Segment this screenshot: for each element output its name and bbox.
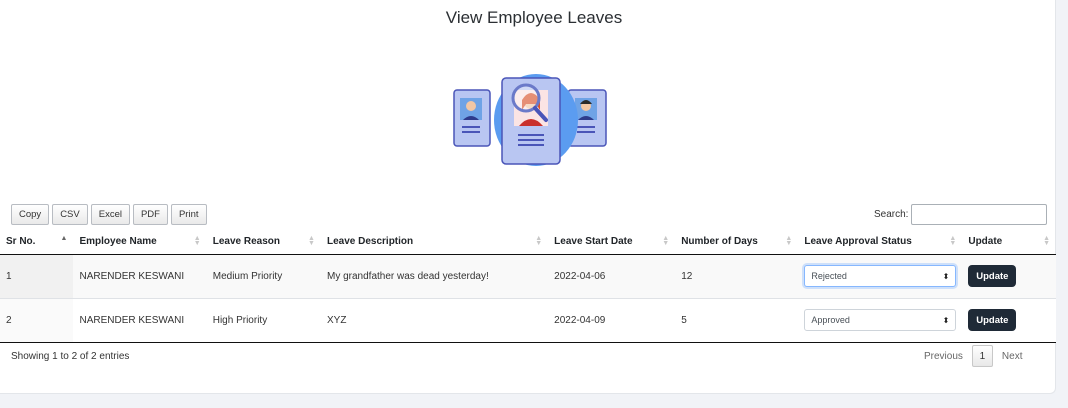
cell-leave-reason: High Priority [206,298,321,343]
cell-approval-status: Approved ⬍ [798,298,963,343]
search-label: Search: [874,209,909,220]
next-page-button[interactable]: Next [1002,351,1023,362]
page-title: View Employee Leaves [445,8,623,27]
cell-sr-no: 1 [0,254,74,299]
column-header-employee-name[interactable]: Employee Name ▲ ▼ [73,230,207,255]
cell-leave-description: My grandfather was dead yesterday! [320,254,549,299]
cell-update: Update [962,254,1056,299]
table-info: Showing 1 to 2 of 2 entries [11,351,130,362]
copy-button[interactable]: Copy [11,204,50,225]
cell-sr-no: 2 [0,298,74,343]
sort-icon: ▲ [60,235,68,242]
column-header-leave-reason[interactable]: Leave Reason ▲ ▼ [206,230,321,255]
sort-icon: ▲ ▼ [949,235,957,247]
cell-number-of-days: 12 [675,254,799,299]
cell-leave-start-date: 2022-04-09 [548,298,676,343]
column-header-leave-approval-status[interactable]: Leave Approval Status ▲ ▼ [798,230,963,255]
print-button[interactable]: Print [170,204,207,225]
cell-update: Update [962,298,1056,343]
approval-status-value: Rejected [811,271,847,281]
content-card: View Employee Leaves Copy CSV Excel PDF … [0,0,1056,394]
sort-icon: ▲ ▼ [193,235,201,247]
table-row: 1 NARENDER KESWANI Medium Priority My gr… [0,254,1056,299]
approval-status-select[interactable]: Approved ⬍ [804,309,957,331]
sort-icon: ▲ ▼ [662,235,670,247]
column-header-update[interactable]: Update ▲ ▼ [962,230,1056,255]
previous-page-button[interactable]: Previous [924,351,963,362]
sort-icon: ▲ ▼ [535,235,543,247]
cell-employee-name: NARENDER KESWANI [73,254,207,299]
update-button[interactable]: Update [968,265,1017,287]
csv-button[interactable]: CSV [52,204,88,225]
sort-icon: ▲ ▼ [1043,235,1050,247]
cell-employee-name: NARENDER KESWANI [73,298,207,343]
pdf-button[interactable]: PDF [132,204,168,225]
cell-leave-reason: Medium Priority [206,254,321,299]
table-search: Search: [874,204,1048,225]
column-header-leave-description[interactable]: Leave Description ▲ ▼ [320,230,549,255]
excel-button[interactable]: Excel [90,204,130,225]
cell-leave-start-date: 2022-04-06 [548,254,676,299]
column-header-number-of-days[interactable]: Number of Days ▲ ▼ [675,230,799,255]
leaves-table: Sr No. ▲ Employee Name ▲ ▼ Leave Reason ▲ ▼ L… [0,230,1056,343]
cell-leave-description: XYZ [320,298,549,343]
select-caret-icon: ⬍ [942,271,950,281]
update-button[interactable]: Update [968,309,1017,331]
cell-number-of-days: 5 [675,298,799,343]
select-caret-icon: ⬍ [942,315,950,325]
column-header-sr-no[interactable]: Sr No. ▲ [0,230,74,255]
sort-icon: ▲ ▼ [785,235,793,247]
column-header-leave-start-date[interactable]: Leave Start Date ▲ ▼ [548,230,676,255]
export-button-group: Copy CSV Excel PDF Print [11,204,207,225]
approval-status-value: Approved [811,315,850,325]
approval-status-select[interactable]: Rejected ⬍ [804,265,957,287]
page-1-button[interactable]: 1 [971,345,993,367]
employee-search-illustration [453,74,607,166]
table-row: 2 NARENDER KESWANI High Priority XYZ 202… [0,298,1056,343]
pagination: Previous 1 Next [924,345,1022,367]
cell-approval-status: Rejected ⬍ [798,254,963,299]
search-input[interactable] [911,204,1048,225]
sort-icon: ▲ ▼ [308,235,315,247]
table-header-row: Sr No. ▲ Employee Name ▲ ▼ Leave Reason ▲ ▼ L… [0,230,1056,255]
